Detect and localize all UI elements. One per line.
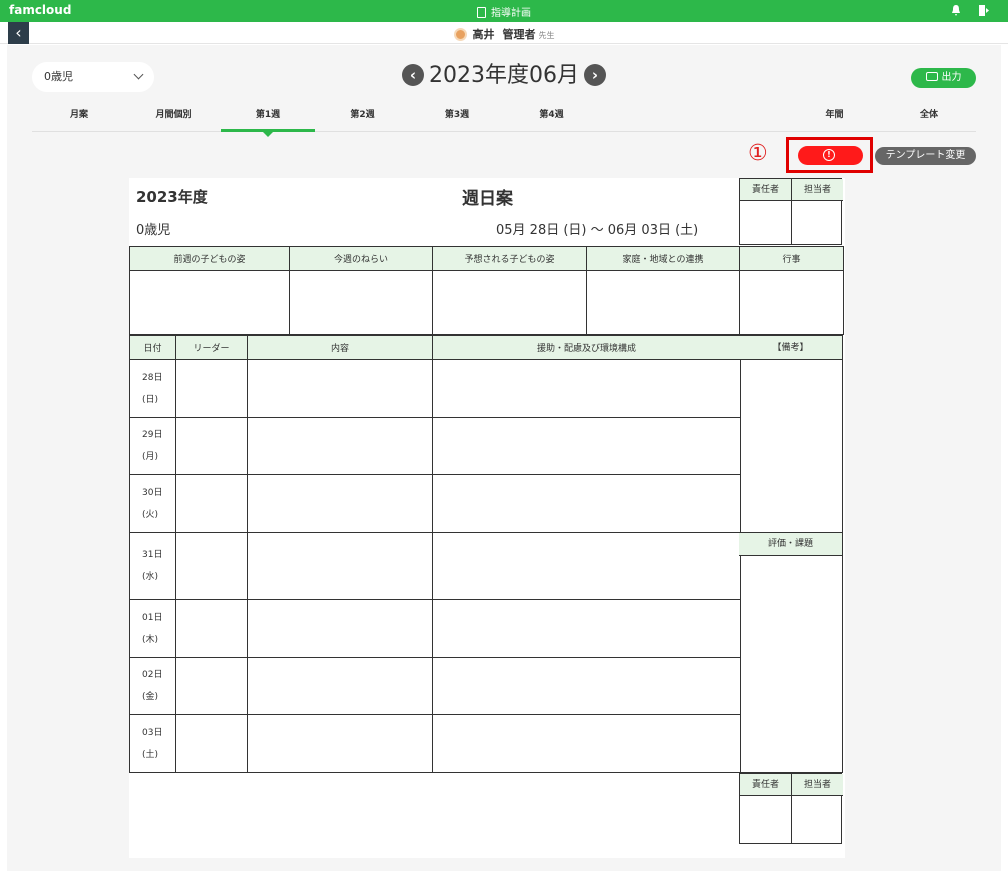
user-name: 高井: [472, 28, 495, 41]
cell-expected-children[interactable]: [432, 270, 587, 335]
header-family-community: 家庭・地域との連携: [586, 246, 740, 271]
tab-week-1[interactable]: 第1週: [221, 102, 315, 137]
app-title-label: 指導計画: [491, 8, 531, 19]
tab-monthly-plan[interactable]: 月案: [32, 102, 126, 132]
leader-cell[interactable]: [175, 532, 248, 600]
day-cell: 30日 (火): [129, 474, 176, 533]
content-cell[interactable]: [247, 417, 433, 475]
plan-tabs: 月案 月間個別 第1週 第2週 第3週 第4週 年間 全体: [32, 102, 976, 137]
header-date: 日付: [129, 335, 176, 360]
month-nav: ‹ 2023年度06月 ›: [7, 62, 1001, 90]
header-leader: リーダー: [175, 335, 248, 360]
annotation-marker: ①: [748, 141, 768, 166]
daily-plan-table: 日付 リーダー 内容 援助・配慮及び環境構成 28日 (日) 29日 (月) 30日…: [129, 335, 741, 773]
header-last-week-children: 前週の子どもの姿: [129, 246, 290, 271]
output-button[interactable]: 出力: [911, 68, 976, 88]
tab-overall[interactable]: 全体: [882, 102, 976, 132]
support-cell[interactable]: [432, 474, 741, 533]
sign-header-responsible: 責任者: [740, 774, 791, 796]
user-bar: ‹ 高井 管理者 先生: [0, 22, 1008, 44]
cell-family-community[interactable]: [586, 270, 740, 335]
doc-date-range: 05月 28日 (日) ～ 06月 03日 (土): [496, 223, 699, 238]
table-row: 02日 (金): [129, 657, 741, 715]
support-cell[interactable]: [432, 657, 741, 715]
tab-week-3[interactable]: 第3週: [410, 102, 504, 132]
leader-cell[interactable]: [175, 417, 248, 475]
output-label: 出力: [941, 72, 962, 83]
clipboard-icon: [477, 7, 486, 18]
evaluation-header: 評価・課題: [739, 532, 842, 556]
content-cell[interactable]: [247, 532, 433, 600]
tab-week-2[interactable]: 第2週: [315, 102, 410, 132]
doc-class: 0歳児: [136, 223, 171, 238]
content-cell[interactable]: [247, 359, 433, 418]
user-role: 管理者: [502, 28, 536, 41]
tab-week-4[interactable]: 第4週: [504, 102, 599, 132]
sign-header-responsible: 責任者: [740, 179, 791, 201]
user-honorific: 先生: [538, 31, 555, 40]
header-weekly-aim: 今週のねらい: [289, 246, 433, 271]
cell-last-week-children[interactable]: [129, 270, 290, 335]
table-row: 29日 (月): [129, 417, 741, 475]
table-row: 03日 (土): [129, 714, 741, 773]
support-cell[interactable]: [432, 417, 741, 475]
support-cell[interactable]: [432, 714, 741, 773]
content-cell[interactable]: [247, 599, 433, 658]
main-area: 0歳児 ‹ 2023年度06月 › 出力 月案 月間個別 第1週 第2週 第3週 第…: [7, 45, 1001, 871]
header-support: 援助・配慮及び環境構成: [432, 335, 741, 360]
signature-box-bottom: 責任者 担当者: [739, 773, 843, 844]
notes-column: 【備考】 評価・課題: [739, 335, 843, 773]
leader-cell[interactable]: [175, 714, 248, 773]
table-row: 31日 (水): [129, 532, 741, 600]
next-month-button[interactable]: ›: [583, 64, 606, 86]
tab-annual[interactable]: 年間: [787, 102, 882, 132]
content-cell[interactable]: [247, 714, 433, 773]
table-row: 28日 (日): [129, 359, 741, 418]
header-expected-children: 予想される子どもの姿: [432, 246, 587, 271]
alert-button[interactable]: !: [798, 146, 863, 165]
signature-box-top: 責任者 担当者: [739, 178, 843, 245]
sign-header-assignee: 担当者: [792, 179, 843, 201]
support-cell[interactable]: [432, 359, 741, 418]
table-row: 01日 (木): [129, 599, 741, 658]
notes-header: 【備考】: [739, 336, 842, 360]
day-cell: 03日 (土): [129, 714, 176, 773]
exclamation-icon: !: [823, 149, 835, 161]
table-row: 30日 (火): [129, 474, 741, 533]
day-cell: 29日 (月): [129, 417, 176, 475]
bell-icon[interactable]: [951, 5, 961, 16]
doc-year: 2023年度: [136, 188, 208, 206]
day-cell: 01日 (木): [129, 599, 176, 658]
leader-cell[interactable]: [175, 474, 248, 533]
month-title: 2023年度06月: [429, 63, 579, 88]
day-cell: 02日 (金): [129, 657, 176, 715]
avatar: [453, 28, 467, 41]
day-cell: 31日 (水): [129, 532, 176, 600]
content-cell[interactable]: [247, 657, 433, 715]
tab-monthly-individual[interactable]: 月間個別: [126, 102, 221, 132]
header-events: 行事: [739, 246, 844, 271]
weekly-overview-table: 前週の子どもの姿 今週のねらい 予想される子どもの姿 家庭・地域との連携 行事: [129, 246, 844, 335]
top-bar: famcloud 指導計画: [0, 0, 1008, 22]
leader-cell[interactable]: [175, 359, 248, 418]
weekly-plan-document: 2023年度 週日案 0歳児 05月 28日 (日) ～ 06月 03日 (土)…: [129, 178, 845, 858]
prev-month-button[interactable]: ‹: [402, 64, 424, 86]
sign-header-assignee: 担当者: [792, 774, 843, 796]
leader-cell[interactable]: [175, 657, 248, 715]
leader-cell[interactable]: [175, 599, 248, 658]
app-title: 指導計画: [0, 4, 1008, 19]
cell-weekly-aim[interactable]: [289, 270, 433, 335]
printer-icon: [925, 72, 938, 81]
content-cell[interactable]: [247, 474, 433, 533]
logout-icon[interactable]: [979, 5, 991, 16]
support-cell[interactable]: [432, 532, 741, 600]
user-info: 高井 管理者 先生: [0, 26, 1008, 42]
template-change-button[interactable]: テンプレート変更: [875, 147, 976, 165]
cell-events[interactable]: [739, 270, 844, 335]
header-content: 内容: [247, 335, 433, 360]
day-cell: 28日 (日): [129, 359, 176, 418]
doc-title: 週日案: [462, 189, 513, 209]
support-cell[interactable]: [432, 599, 741, 658]
